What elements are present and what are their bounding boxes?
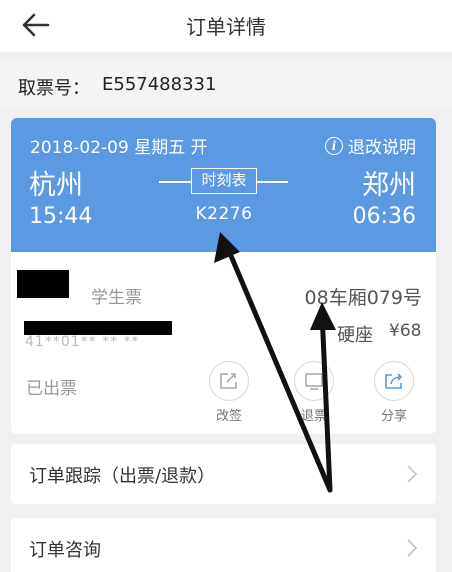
refund-rules-link[interactable]: i 退改说明 <box>325 133 416 158</box>
share-icon <box>374 361 414 401</box>
redaction-bar <box>24 321 172 335</box>
redacted-passenger-name <box>17 270 69 298</box>
share-button[interactable]: 分享 <box>371 361 417 424</box>
ticket-type: 学生票 <box>91 288 142 308</box>
share-label: 分享 <box>380 409 407 424</box>
trip-header: 2018-02-09 星期五 开 i 退改说明 杭州 郑州 时刻表 15:44 … <box>11 118 436 252</box>
train-number: K2276 <box>195 204 253 224</box>
top-nav-bar: 订单详情 <box>0 0 452 52</box>
route-line-left <box>159 181 191 183</box>
arrival-time: 06:36 <box>352 204 416 229</box>
departure-time: 15:44 <box>29 204 93 229</box>
reschedule-label: 改签 <box>215 409 242 424</box>
page-title: 订单详情 <box>186 15 266 39</box>
departure-date: 2018-02-09 星期五 开 <box>30 138 208 158</box>
from-city: 杭州 <box>29 170 83 201</box>
to-city: 郑州 <box>362 170 416 201</box>
order-tracking-label: 订单跟踪（出票/退款） <box>29 466 216 487</box>
pickup-number-label: 取票号： <box>18 78 90 99</box>
redacted-id-number: 41**01** ** ** <box>25 334 140 350</box>
route-line-right <box>256 181 288 183</box>
ticket-status: 已出票 <box>26 379 77 399</box>
pickup-number-bar: 取票号： E557488331 <box>0 60 452 110</box>
chevron-right-icon <box>407 539 418 557</box>
reschedule-icon <box>209 361 249 401</box>
order-tracking-row[interactable]: 订单跟踪（出票/退款） <box>11 444 436 504</box>
reschedule-button[interactable]: 改签 <box>206 361 252 424</box>
refund-button[interactable]: 退票 <box>291 361 337 424</box>
ticket-price: ¥68 <box>389 321 422 341</box>
ticket-card: 2018-02-09 星期五 开 i 退改说明 杭州 郑州 时刻表 15:44 … <box>11 118 436 434</box>
pickup-number-value: E557488331 <box>102 74 217 95</box>
chevron-right-icon <box>407 465 418 483</box>
seat-number: 08车厢079号 <box>304 287 422 309</box>
seat-class: 硬座 <box>337 325 373 346</box>
order-inquiry-row[interactable]: 订单咨询 <box>11 518 436 572</box>
info-icon: i <box>325 136 343 155</box>
refund-icon <box>294 361 334 401</box>
timetable-button[interactable]: 时刻表 <box>191 168 257 194</box>
refund-label: 退票 <box>300 409 327 424</box>
refund-rules-label: 退改说明 <box>348 138 416 158</box>
order-inquiry-label: 订单咨询 <box>29 540 101 561</box>
